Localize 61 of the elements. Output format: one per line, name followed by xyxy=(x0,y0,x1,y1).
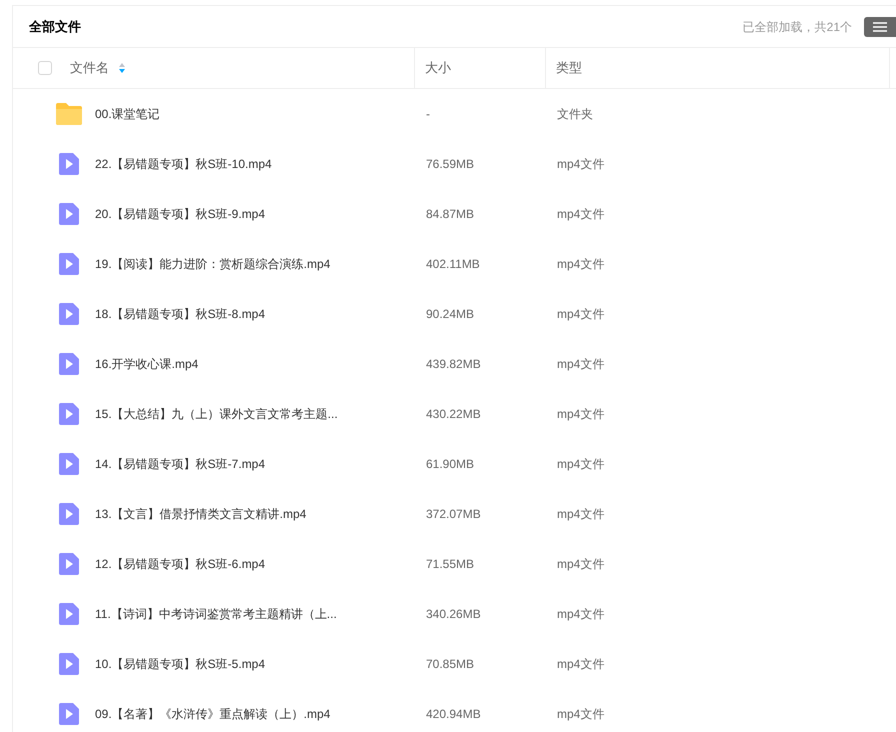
file-name[interactable]: 00.课堂笔记 xyxy=(95,105,160,123)
file-size: 439.82MB xyxy=(426,357,481,371)
file-name[interactable]: 18.【易错题专项】秋S班-8.mp4 xyxy=(95,305,266,323)
file-name[interactable]: 15.【大总结】九（上）课外文言文常考主题... xyxy=(95,405,338,423)
file-name[interactable]: 10.【易错题专项】秋S班-5.mp4 xyxy=(95,655,266,673)
file-type: mp4文件 xyxy=(557,707,604,721)
file-name[interactable]: 14.【易错题专项】秋S班-7.mp4 xyxy=(95,455,266,473)
video-file-icon xyxy=(59,553,79,575)
file-type: mp4文件 xyxy=(557,457,604,471)
file-type: mp4文件 xyxy=(557,607,604,621)
menu-button[interactable] xyxy=(864,16,896,36)
file-name[interactable]: 11.【诗词】中考诗词鉴赏常考主题精讲（上... xyxy=(95,605,337,623)
file-name[interactable]: 09.【名著】《水浒传》重点解读（上）.mp4 xyxy=(95,705,330,723)
file-type: mp4文件 xyxy=(557,507,604,521)
file-type: 文件夹 xyxy=(557,107,593,121)
column-header[interactable]: 文件名 xyxy=(70,58,109,78)
file-type: mp4文件 xyxy=(557,407,604,421)
file-size: 402.11MB xyxy=(426,257,480,271)
file-name[interactable]: 16.开学收心课.mp4 xyxy=(95,355,198,373)
file-name[interactable]: 22.【易错题专项】秋S班-10.mp4 xyxy=(95,155,272,173)
file-name[interactable]: 13.【文言】借景抒情类文言文精讲.mp4 xyxy=(95,505,306,523)
video-file-icon xyxy=(59,253,79,275)
video-file-icon xyxy=(59,653,79,675)
file-type: mp4文件 xyxy=(557,357,604,371)
file-name[interactable]: 12.【易错题专项】秋S班-6.mp4 xyxy=(95,555,266,573)
file-type: mp4文件 xyxy=(557,307,604,321)
file-size: 420.94MB xyxy=(426,707,481,721)
file-name[interactable]: 20.【易错题专项】秋S班-9.mp4 xyxy=(95,205,266,223)
folder-icon xyxy=(56,103,82,125)
column-header[interactable]: 大小 xyxy=(425,58,451,78)
file-type: mp4文件 xyxy=(557,207,604,221)
file-size: 90.24MB xyxy=(426,307,474,321)
file-size: 430.22MB xyxy=(426,407,481,421)
file-type: mp4文件 xyxy=(557,557,604,571)
load-status: 已全部加载，共21个 xyxy=(742,18,852,36)
file-size: 372.07MB xyxy=(426,507,481,521)
file-size: 84.87MB xyxy=(426,207,474,221)
file-type: mp4文件 xyxy=(557,657,604,671)
video-file-icon xyxy=(59,403,79,425)
file-size: 61.90MB xyxy=(426,457,474,471)
file-size: 340.26MB xyxy=(426,607,481,621)
file-size: 70.85MB xyxy=(426,657,474,671)
file-name[interactable]: 19.【阅读】能力进阶：赏析题综合演练.mp4 xyxy=(95,255,330,273)
page-title: 全部文件 xyxy=(29,18,81,36)
video-file-icon xyxy=(59,153,79,175)
menu-icon xyxy=(873,22,887,32)
video-file-icon xyxy=(59,453,79,475)
file-size: - xyxy=(426,107,430,121)
file-size: 76.59MB xyxy=(426,157,474,171)
file-type: mp4文件 xyxy=(557,157,604,171)
video-file-icon xyxy=(59,203,79,225)
video-file-icon xyxy=(59,603,79,625)
video-file-icon xyxy=(59,303,79,325)
video-file-icon xyxy=(59,503,79,525)
video-file-icon xyxy=(59,353,79,375)
video-file-icon xyxy=(59,703,79,725)
sort-icon[interactable] xyxy=(119,63,125,73)
file-size: 71.55MB xyxy=(426,557,474,571)
file-type: mp4文件 xyxy=(557,257,604,271)
select-all-checkbox[interactable] xyxy=(38,61,52,75)
column-header[interactable]: 类型 xyxy=(556,58,582,78)
